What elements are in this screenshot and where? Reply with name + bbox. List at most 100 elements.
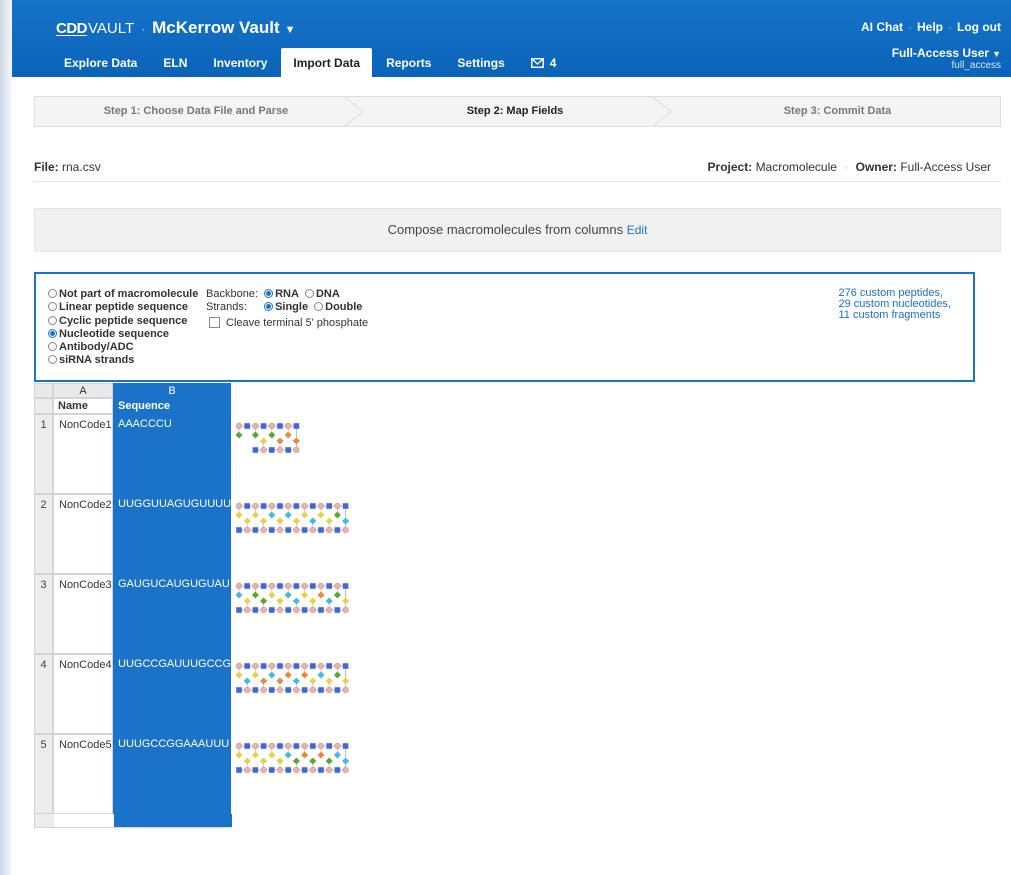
radio-not-part[interactable]: Not part of macromolecule: [48, 288, 198, 301]
cleave-checkbox[interactable]: [209, 316, 220, 328]
base-marker: [268, 591, 276, 599]
ai-chat-link[interactable]: AI Chat: [861, 20, 903, 34]
radio-rna[interactable]: [264, 289, 274, 298]
step-3-commit-data[interactable]: Step 3: Commit Data: [675, 97, 1000, 126]
radio-label: Antibody/ADC: [59, 341, 134, 354]
base-marker: [317, 591, 325, 599]
base-marker: [260, 597, 268, 605]
vault-selector[interactable]: McKerrow Vault: [152, 18, 280, 38]
step-2-map-fields[interactable]: Step 2: Map Fields: [365, 97, 665, 126]
radio-antibody-adc[interactable]: Antibody/ADC: [48, 341, 198, 354]
brand-logo-vault[interactable]: VAULT: [88, 20, 134, 37]
cell-sequence[interactable]: AAACCCU: [113, 414, 231, 494]
cell-name[interactable]: NonCode3: [53, 574, 113, 654]
tab-reports[interactable]: Reports: [374, 48, 443, 77]
column-letter-a[interactable]: A: [53, 383, 113, 398]
phosphate-marker: [269, 767, 275, 773]
tab-import-data[interactable]: Import Data: [281, 48, 373, 77]
base-marker: [309, 757, 317, 765]
phosphate-marker: [342, 503, 349, 509]
project-label: Project:: [707, 160, 753, 174]
column-name-a[interactable]: Name: [53, 398, 113, 414]
sugar-marker: [342, 526, 349, 534]
sugar-marker: [334, 502, 341, 510]
base-marker: [309, 517, 317, 525]
cell-sequence[interactable]: UUGCCGAUUUGCCG: [113, 654, 231, 734]
tab-explore-data[interactable]: Explore Data: [52, 48, 149, 77]
cell-sequence[interactable]: UUUGCCGGAAAUUU: [113, 734, 231, 814]
sugar-marker: [284, 502, 292, 510]
radio-double[interactable]: [314, 302, 324, 312]
radio-button[interactable]: [48, 302, 57, 312]
cell-name[interactable]: NonCode1: [53, 414, 113, 494]
tab-messages[interactable]: 4: [519, 48, 569, 77]
rna-structure-drawing: [235, 422, 300, 454]
radio-linear-peptide[interactable]: Linear peptide sequence: [48, 301, 198, 314]
cell-name[interactable]: NonCode5: [53, 734, 113, 814]
sugar-marker: [317, 742, 325, 750]
phosphate-marker: [318, 687, 324, 693]
sugar-marker: [268, 422, 276, 430]
radio-dna[interactable]: [304, 289, 314, 298]
sugar-marker: [317, 662, 325, 670]
base-marker: [251, 511, 259, 519]
phosphate-marker: [310, 583, 316, 589]
base-marker: [276, 597, 284, 605]
compose-edit-link[interactable]: Edit: [627, 223, 648, 237]
base-marker: [268, 511, 276, 519]
base-marker: [260, 437, 268, 445]
user-login: full_access: [951, 60, 1001, 71]
cell-sequence[interactable]: UUGGUUAGUGUUUU: [113, 494, 231, 574]
phosphate-marker: [285, 607, 291, 613]
helm-structure-preview: [231, 494, 351, 574]
brand-separator: ·: [141, 22, 146, 36]
base-marker: [333, 671, 341, 679]
phosphate-marker: [252, 447, 259, 453]
radio-button[interactable]: [48, 289, 57, 298]
logout-link[interactable]: Log out: [957, 20, 1001, 34]
radio-cyclic-peptide[interactable]: Cyclic peptide sequence: [48, 315, 198, 328]
chevron-down-icon[interactable]: ▼: [285, 24, 296, 36]
brand-logo-cdd[interactable]: CDD: [56, 20, 88, 37]
radio-single[interactable]: [264, 302, 274, 312]
sugar-marker: [317, 502, 325, 510]
radio-sirna-strands[interactable]: siRNA strands: [48, 354, 198, 367]
main-nav: Explore Data ELN Inventory Import Data R…: [52, 48, 570, 77]
custom-monomers-links: 276 custom peptides, 29 custom nucleotid…: [838, 288, 951, 321]
phosphate-marker: [301, 687, 308, 693]
radio-button[interactable]: [48, 355, 57, 365]
sugar-marker: [342, 686, 349, 694]
cell-name[interactable]: NonCode4: [53, 654, 113, 734]
phosphate-marker: [334, 527, 341, 533]
radio-button[interactable]: [48, 342, 57, 352]
tab-settings[interactable]: Settings: [445, 48, 516, 77]
step-1-choose-file[interactable]: Step 1: Choose Data File and Parse: [35, 97, 357, 126]
user-menu[interactable]: Full-Access User ▼ full_access: [892, 46, 1001, 71]
user-name[interactable]: Full-Access User: [892, 46, 989, 60]
tab-eln[interactable]: ELN: [151, 48, 199, 77]
sugar-marker: [260, 526, 267, 534]
help-link[interactable]: Help: [917, 20, 943, 34]
sugar-marker: [243, 766, 251, 774]
nucleotide-options: Backbone: RNA DNA Strands: Single Double…: [206, 288, 368, 330]
link-separator: ·: [908, 20, 912, 34]
phosphate-marker: [285, 527, 291, 533]
phosphate-marker: [301, 607, 308, 613]
phosphate-marker: [293, 503, 300, 509]
phosphate-marker: [236, 527, 242, 533]
chevron-down-icon[interactable]: ▼: [992, 49, 1001, 59]
grid-corner: [34, 383, 53, 398]
column-letter-b[interactable]: B: [113, 383, 231, 398]
custom-fragments-link[interactable]: 11 custom fragments: [838, 310, 951, 321]
phosphate-marker: [318, 607, 324, 613]
phosphate-marker: [244, 743, 250, 749]
base-marker: [325, 517, 333, 525]
radio-button[interactable]: [48, 315, 57, 325]
column-name-b[interactable]: Sequence: [113, 398, 231, 414]
radio-button-selected[interactable]: [48, 328, 57, 338]
tab-inventory[interactable]: Inventory: [201, 48, 279, 77]
phosphate-marker: [285, 687, 291, 693]
cell-sequence[interactable]: GAUGUCAUGUGUAU: [113, 574, 231, 654]
cell-name[interactable]: NonCode2: [53, 494, 113, 574]
radio-nucleotide-sequence[interactable]: Nucleotide sequence: [48, 328, 198, 341]
